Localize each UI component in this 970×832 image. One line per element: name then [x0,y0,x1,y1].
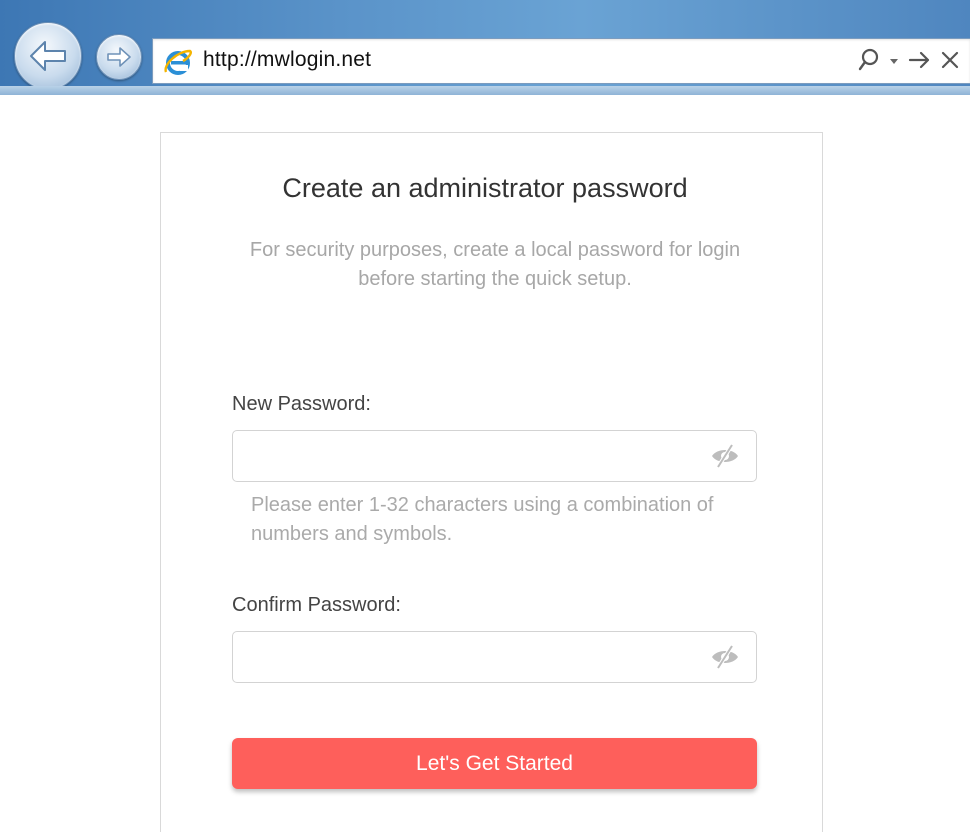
dropdown-button[interactable] [888,53,900,71]
forward-button[interactable] [96,34,142,80]
dropdown-arrow-icon [890,59,898,64]
password-hint: Please enter 1-32 characters using a com… [251,494,714,545]
eye-slash-icon[interactable] [708,643,742,671]
new-password-field[interactable] [232,430,757,482]
url-text[interactable]: http://mwlogin.net [203,48,371,72]
lets-get-started-button[interactable]: Let's Get Started [232,738,757,789]
search-icon [858,48,879,70]
confirm-password-input[interactable] [243,640,687,676]
confirm-password-label: Confirm Password: [232,594,401,616]
back-arrow-icon [30,41,66,71]
close-icon [941,51,959,68]
new-password-input[interactable] [243,439,687,475]
eye-slash-icon[interactable] [708,442,742,470]
back-button[interactable] [14,22,82,90]
internet-explorer-icon [164,49,192,75]
stop-button[interactable] [940,50,960,75]
browser-toolbar: http://mwlogin.net [0,0,970,95]
go-arrow-icon [908,51,930,68]
confirm-password-field[interactable] [232,631,757,683]
address-tools [858,48,960,77]
search-button[interactable] [858,48,880,77]
forward-arrow-icon [107,47,131,67]
page-subtitle: For security purposes, create a local pa… [249,239,741,290]
new-password-label: New Password: [232,393,371,415]
go-button[interactable] [908,50,932,75]
address-bar[interactable]: http://mwlogin.net [152,38,970,84]
toolbar-bottom-strip [0,86,970,95]
page-title: Create an administrator password [282,173,688,203]
